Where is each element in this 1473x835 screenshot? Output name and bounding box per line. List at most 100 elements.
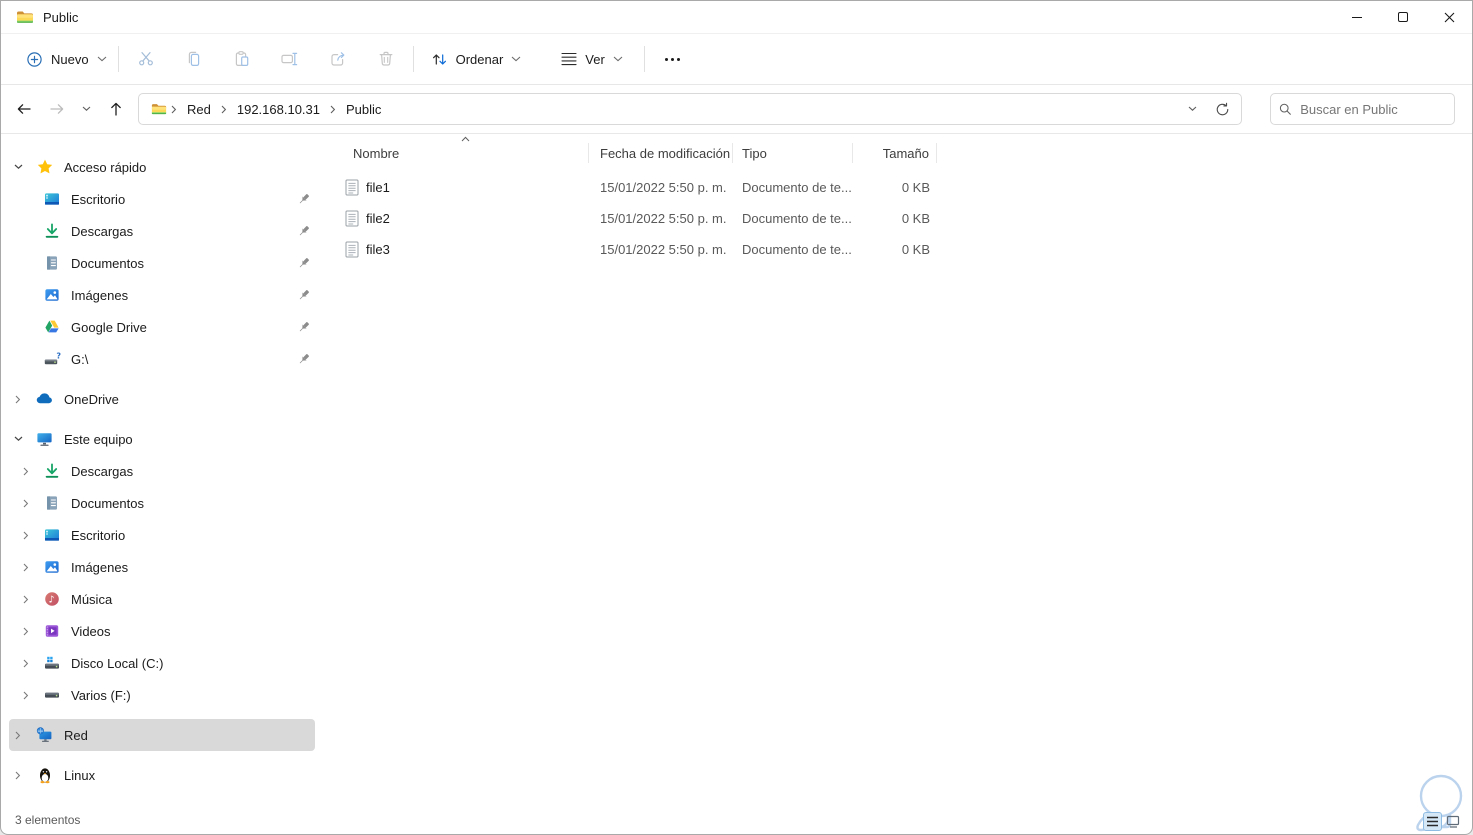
chevron-down-icon — [613, 56, 623, 62]
details-view-button[interactable] — [1423, 812, 1442, 831]
table-row[interactable]: file1 15/01/2022 5:50 p. m. Documento de… — [331, 172, 1472, 203]
sidebar-item-google-drive[interactable]: Google Drive — [1, 311, 323, 343]
pin-icon[interactable] — [297, 256, 311, 270]
forward-button[interactable] — [40, 93, 73, 125]
share-button[interactable] — [318, 41, 358, 77]
sidebar-item-network[interactable]: Red — [9, 719, 315, 751]
chevron-right-icon[interactable] — [20, 563, 32, 572]
sidebar-item-descargas-pc[interactable]: Descargas — [1, 455, 323, 487]
sidebar-item-documentos-qa[interactable]: Documentos — [1, 247, 323, 279]
sort-icon — [432, 53, 446, 65]
chevron-right-icon[interactable] — [20, 531, 32, 540]
minimize-button[interactable] — [1334, 1, 1380, 33]
table-row[interactable]: file3 15/01/2022 5:50 p. m. Documento de… — [331, 234, 1472, 265]
chevron-right-icon[interactable] — [11, 771, 25, 780]
drive-question-icon: ? — [42, 350, 61, 368]
sidebar-item-label: Descargas — [71, 223, 134, 239]
sidebar-item-label: Red — [64, 727, 88, 743]
chevron-down-icon[interactable] — [11, 436, 25, 442]
column-header-size[interactable]: Tamaño — [853, 143, 937, 163]
refresh-button[interactable] — [1207, 93, 1237, 125]
file-modified: 15/01/2022 5:50 p. m. — [600, 180, 727, 195]
sidebar-item-imagenes-qa[interactable]: Imágenes — [1, 279, 323, 311]
documents-icon — [42, 494, 61, 512]
column-header-name[interactable]: Nombre — [331, 143, 589, 163]
search-input[interactable] — [1300, 101, 1446, 117]
chevron-right-icon[interactable] — [20, 691, 32, 700]
sidebar-item-descargas-qa[interactable]: Descargas — [1, 215, 323, 247]
pin-icon[interactable] — [297, 352, 311, 366]
sidebar-item-linux[interactable]: Linux — [1, 759, 323, 791]
sidebar-item-videos[interactable]: Videos — [1, 615, 323, 647]
delete-button[interactable] — [366, 41, 406, 77]
cut-button[interactable] — [126, 41, 166, 77]
chevron-down-icon[interactable] — [11, 164, 25, 170]
downloads-icon — [42, 462, 61, 480]
chevron-right-icon[interactable] — [20, 467, 32, 476]
maximize-button[interactable] — [1380, 1, 1426, 33]
sidebar-item-musica[interactable]: ♪ Música — [1, 583, 323, 615]
rename-button[interactable] — [270, 41, 310, 77]
svg-text:?: ? — [56, 351, 61, 360]
pin-icon[interactable] — [297, 288, 311, 302]
search-box[interactable] — [1270, 93, 1455, 125]
chevron-right-icon[interactable] — [20, 595, 32, 604]
this-pc-icon — [35, 430, 54, 448]
sidebar-item-label: G:\ — [71, 351, 89, 367]
address-bar[interactable]: Red 192.168.10.31 Public — [138, 93, 1242, 125]
file-size: 0 KB — [901, 242, 930, 257]
pin-icon[interactable] — [297, 320, 311, 334]
table-row[interactable]: file2 15/01/2022 5:50 p. m. Documento de… — [331, 203, 1472, 234]
large-icons-view-button[interactable] — [1444, 812, 1463, 831]
breadcrumb: Red 192.168.10.31 Public — [139, 99, 388, 120]
sidebar-item-documentos-pc[interactable]: Documentos — [1, 487, 323, 519]
breadcrumb-chevron-icon[interactable] — [220, 105, 228, 114]
paste-button[interactable] — [222, 41, 262, 77]
pictures-icon — [42, 558, 61, 576]
breadcrumb-chevron-icon[interactable] — [329, 105, 337, 114]
sidebar-item-quick-access[interactable]: Acceso rápido — [1, 151, 323, 183]
chevron-right-icon[interactable] — [20, 499, 32, 508]
new-button[interactable]: Nuevo — [15, 41, 118, 77]
breadcrumb-chevron-icon[interactable] — [170, 105, 178, 114]
column-header-modified[interactable]: Fecha de modificación — [589, 143, 733, 163]
chevron-right-icon[interactable] — [11, 731, 25, 740]
sidebar-item-g-drive[interactable]: ? G:\ — [1, 343, 323, 375]
sidebar-item-escritorio[interactable]: Escritorio — [1, 183, 323, 215]
chevron-right-icon[interactable] — [11, 395, 25, 404]
details-view-icon — [1427, 816, 1438, 827]
view-button[interactable]: Ver — [550, 41, 634, 77]
sidebar-item-escritorio-pc[interactable]: Escritorio — [1, 519, 323, 551]
close-button[interactable] — [1426, 1, 1472, 33]
up-button[interactable] — [99, 93, 132, 125]
text-document-icon — [345, 179, 359, 196]
back-button[interactable] — [7, 93, 40, 125]
sidebar-item-varios-f[interactable]: Varios (F:) — [1, 679, 323, 711]
copy-button[interactable] — [174, 41, 214, 77]
pin-icon[interactable] — [297, 192, 311, 206]
sidebar-item-label: Este equipo — [64, 431, 133, 447]
sort-button[interactable]: Ordenar — [420, 41, 533, 77]
more-options-button[interactable] — [653, 41, 693, 77]
breadcrumb-segment-host[interactable]: 192.168.10.31 — [230, 99, 327, 120]
breadcrumb-segment-network[interactable]: Red — [180, 99, 218, 120]
sidebar-item-imagenes-pc[interactable]: Imágenes — [1, 551, 323, 583]
pin-icon[interactable] — [297, 224, 311, 238]
sidebar-item-label: Escritorio — [71, 527, 126, 543]
sidebar-item-onedrive[interactable]: OneDrive — [1, 383, 323, 415]
sidebar-item-label: Google Drive — [71, 319, 147, 335]
breadcrumb-segment-current[interactable]: Public — [339, 99, 388, 120]
sidebar-item-disco-local-c[interactable]: Disco Local (C:) — [1, 647, 323, 679]
address-row: Red 192.168.10.31 Public — [1, 85, 1472, 134]
chevron-right-icon[interactable] — [20, 627, 32, 636]
sidebar-item-label: Videos — [71, 623, 111, 639]
chevron-right-icon[interactable] — [20, 659, 32, 668]
file-name: file3 — [366, 242, 390, 257]
file-name: file1 — [366, 180, 390, 195]
status-bar: 3 elementos — [1, 774, 1472, 834]
recent-locations-button[interactable] — [73, 93, 99, 125]
sidebar-item-this-pc[interactable]: Este equipo — [1, 423, 323, 455]
address-dropdown-button[interactable] — [1177, 93, 1207, 125]
column-header-type[interactable]: Tipo — [733, 143, 853, 163]
chevron-down-icon — [1188, 106, 1196, 111]
